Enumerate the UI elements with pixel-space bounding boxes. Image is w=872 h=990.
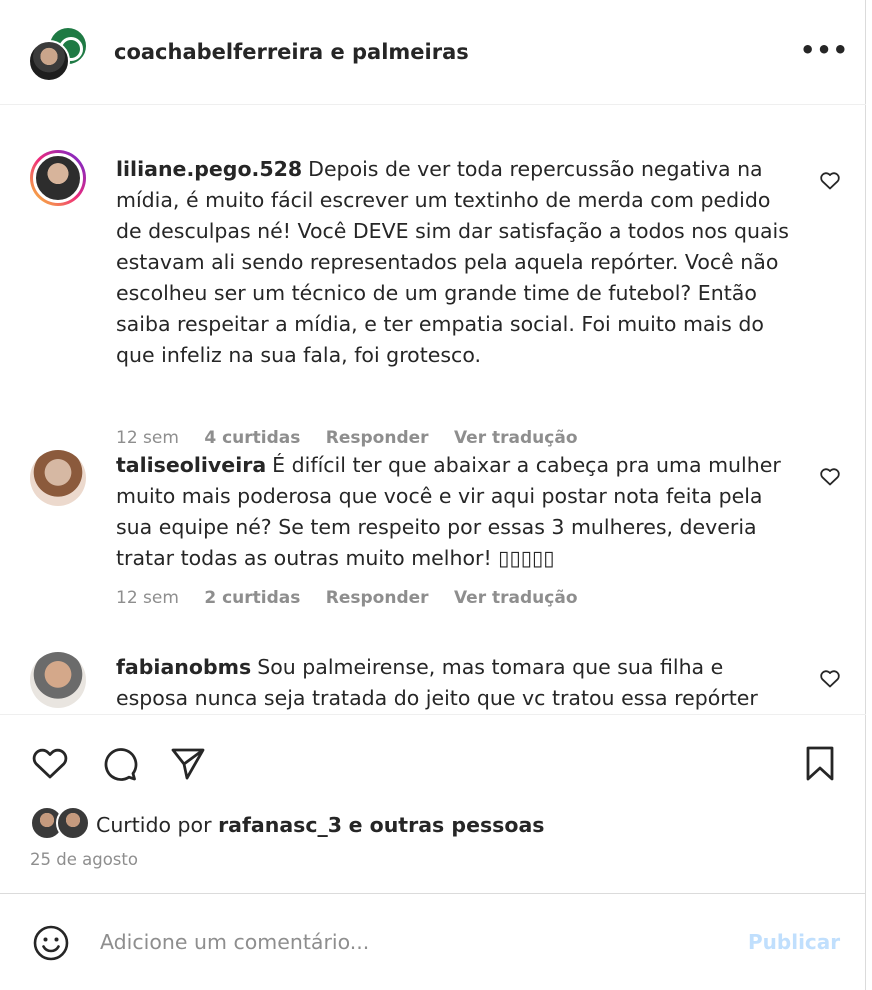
liked-by-others[interactable]: e outras pessoas [349, 813, 545, 837]
comment-time: 12 sem [116, 428, 179, 448]
comment-like-icon[interactable] [818, 464, 842, 488]
liked-by-avatars[interactable] [30, 806, 94, 840]
liked-by-prefix: Curtido por [96, 813, 212, 837]
liked-by-text: Curtido por rafanasc_3 e outras pessoas [96, 813, 545, 837]
emoji-icon[interactable] [32, 924, 70, 962]
comment-text: taliseoliveira É difícil ter que abaixar … [116, 450, 796, 574]
comment-likes-count[interactable]: 4 curtidas [204, 428, 300, 448]
reply-button[interactable]: Responder [326, 428, 429, 448]
comment-username[interactable]: fabianobms [116, 655, 251, 679]
comment-input-bar: Publicar [0, 893, 866, 990]
post-panel: coachabelferreira e palmeiras ••• lilian… [0, 0, 866, 990]
comment-like-icon[interactable] [818, 666, 842, 690]
coach-avatar[interactable] [28, 40, 70, 82]
comment-content: Depois de ver toda repercussão negativa … [116, 157, 789, 367]
comments-list[interactable]: liliane.pego.528 Depois de ver toda reper… [0, 106, 866, 714]
comment-avatar[interactable] [30, 450, 86, 506]
comment-meta: 12 sem 4 curtidas Responder Ver tradução [116, 428, 598, 448]
liked-by-user[interactable]: rafanasc_3 [218, 813, 342, 837]
comment-time: 12 sem [116, 588, 179, 608]
comment-avatar[interactable] [30, 652, 86, 708]
comment-like-icon[interactable] [818, 168, 842, 192]
post-header: coachabelferreira e palmeiras ••• [0, 0, 866, 105]
post-actions-bar [0, 714, 866, 808]
translate-button[interactable]: Ver tradução [454, 588, 578, 608]
reply-button[interactable]: Responder [326, 588, 429, 608]
post-owner-names[interactable]: coachabelferreira e palmeiras [114, 40, 469, 64]
collab-avatars[interactable] [28, 26, 90, 84]
liked-by: Curtido por rafanasc_3 e outras pessoas [30, 806, 630, 842]
comment-text: fabianobms Sou palmeirense, mas tomara qu… [116, 652, 796, 714]
comment-bubble-icon[interactable] [100, 743, 140, 783]
comment-avatar[interactable] [30, 150, 86, 206]
publish-button[interactable]: Publicar [748, 930, 840, 954]
comment-likes-count[interactable]: 2 curtidas [204, 588, 300, 608]
comment-input[interactable] [100, 922, 720, 962]
more-options-icon[interactable]: ••• [800, 36, 849, 64]
comment-username[interactable]: taliseoliveira [116, 453, 266, 477]
share-send-icon[interactable] [168, 743, 208, 783]
comment-meta: 12 sem 2 curtidas Responder Ver tradução [116, 588, 598, 608]
translate-button[interactable]: Ver tradução [454, 428, 578, 448]
liker-avatar[interactable] [56, 806, 90, 840]
like-heart-icon[interactable] [30, 743, 70, 783]
post-date[interactable]: 25 de agosto [30, 850, 138, 869]
save-bookmark-icon[interactable] [800, 743, 840, 783]
comment-text: liliane.pego.528 Depois de ver toda reper… [116, 154, 796, 371]
comment-username[interactable]: liliane.pego.528 [116, 157, 302, 181]
